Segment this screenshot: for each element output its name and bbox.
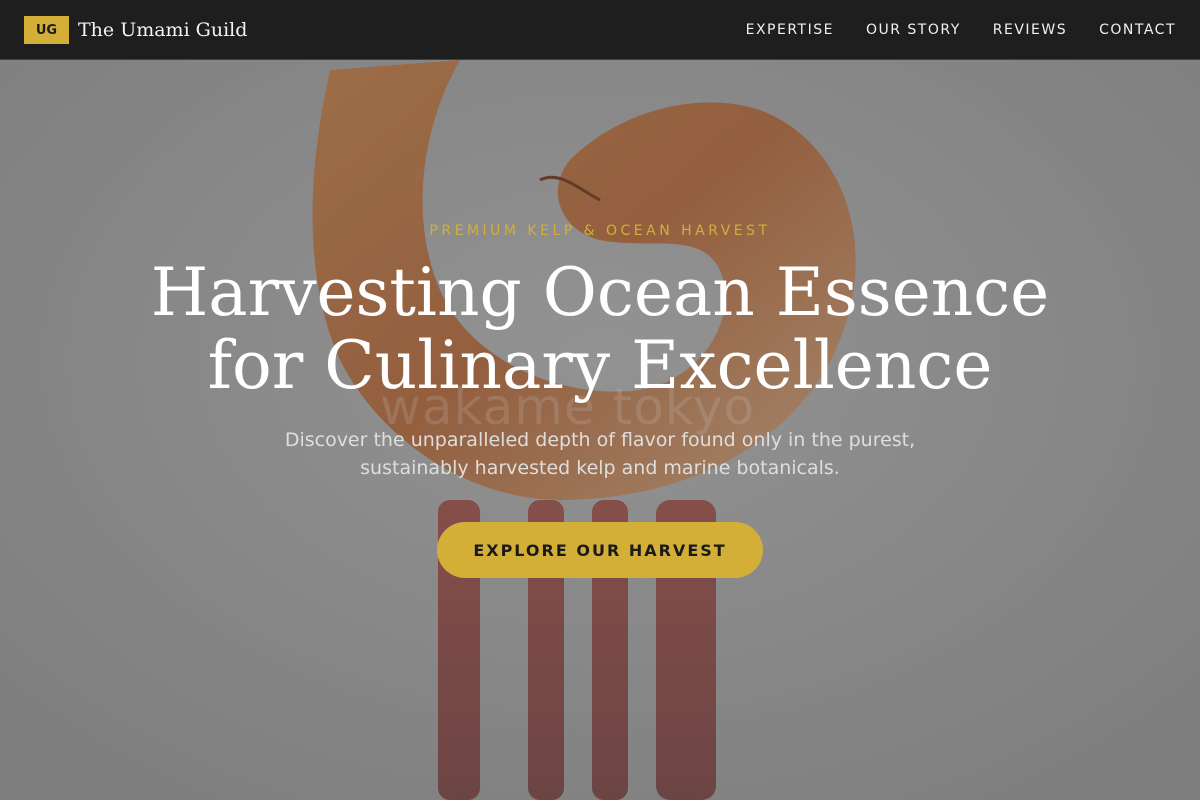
nav-links: EXPERTISE OUR STORY REVIEWS CONTACT: [714, 0, 1176, 60]
logo[interactable]: UG The Umami Guild: [24, 16, 247, 44]
top-navbar: UG The Umami Guild EXPERTISE OUR STORY R…: [0, 0, 1200, 60]
nav-link-reviews[interactable]: REVIEWS: [993, 22, 1067, 38]
nav-link-contact[interactable]: CONTACT: [1099, 22, 1176, 38]
explore-harvest-button[interactable]: EXPLORE OUR HARVEST: [437, 522, 763, 578]
hero-eyebrow: PREMIUM KELP & OCEAN HARVEST: [429, 223, 771, 239]
hero-subheadline: Discover the unparalleled depth of flavo…: [284, 429, 916, 479]
nav-link-our-story[interactable]: OUR STORY: [866, 22, 961, 38]
nav-link-expertise[interactable]: EXPERTISE: [746, 22, 834, 38]
hero-headline-line-1: Harvesting Ocean Essence: [150, 254, 1050, 331]
brand-name: The Umami Guild: [78, 19, 248, 41]
logo-badge: UG: [24, 16, 69, 44]
hero-headline: Harvesting Ocean Essence for Culinary Ex…: [150, 256, 1050, 402]
hero-headline-line-2: for Culinary Excellence: [207, 327, 993, 404]
